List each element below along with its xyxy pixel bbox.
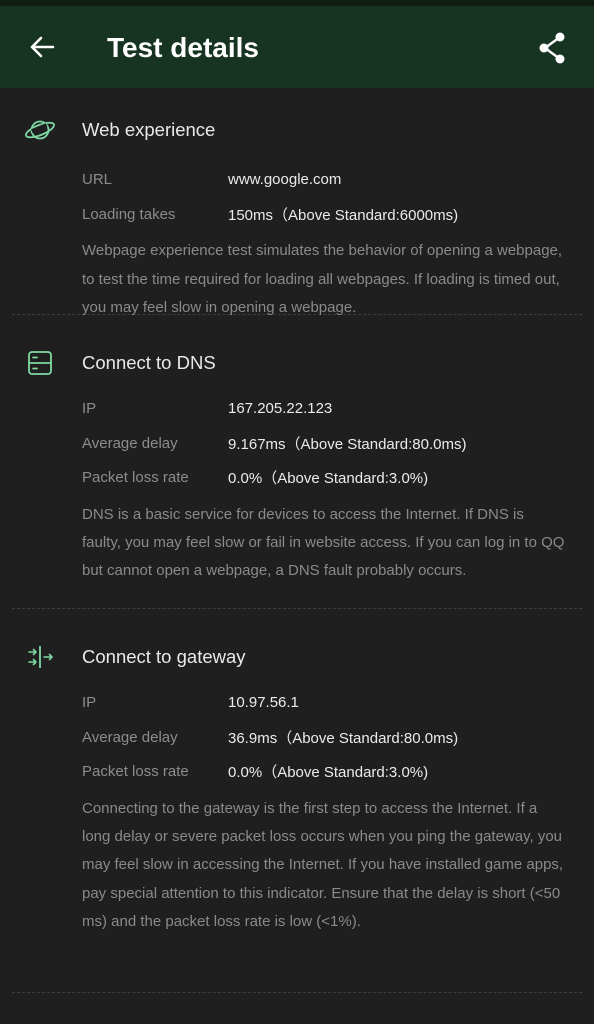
row-label: URL — [82, 170, 113, 188]
info-row-loading: Loading takes 150ms（Above Standard:6000m… — [82, 197, 582, 232]
section-web-experience: Web experience URL www.google.com Loadin… — [12, 88, 582, 316]
section-title: Connect to gateway — [82, 646, 246, 667]
details-list: Web experience URL www.google.com Loadin… — [0, 88, 594, 993]
row-value: 167.205.22.123 — [228, 399, 333, 417]
server-icon — [24, 349, 56, 377]
arrow-left-icon — [30, 36, 55, 58]
section-header: Web experience — [12, 112, 582, 148]
row-label: Average delay — [82, 434, 178, 452]
row-label: Packet loss rate — [82, 469, 189, 487]
section-description: Webpage experience test simulates the be… — [82, 242, 563, 316]
row-value: www.google.com — [228, 170, 342, 188]
row-value: 0.0%（Above Standard:3.0%) — [228, 470, 429, 488]
info-row-url: URL www.google.com — [82, 162, 582, 197]
info-row-average-delay: Average delay 9.167ms（Above Standard:80.… — [82, 426, 582, 461]
row-value: 36.9ms（Above Standard:80.0ms) — [228, 729, 459, 747]
info-row-ip: IP 167.205.22.123 — [82, 391, 582, 426]
app-bar: Test details — [0, 6, 594, 88]
section-header: Connect to DNS — [12, 345, 582, 381]
page-title: Test details — [107, 32, 259, 63]
row-value: 9.167ms（Above Standard:80.0ms) — [228, 435, 467, 453]
info-row-ip: IP 10.97.56.1 — [82, 685, 582, 720]
section-gateway: Connect to gateway IP 10.97.56.1 Average… — [12, 609, 582, 993]
info-row-packet-loss: Packet loss rate 0.0%（Above Standard:3.0… — [82, 460, 582, 495]
row-label: Average delay — [82, 728, 178, 746]
row-label: Packet loss rate — [82, 763, 189, 781]
row-label: IP — [82, 399, 97, 417]
section-description: DNS is a basic service for devices to ac… — [82, 506, 565, 580]
section-dns: Connect to DNS IP 167.205.22.123 Average… — [12, 315, 582, 609]
row-value: 0.0%（Above Standard:3.0%) — [228, 764, 429, 782]
row-label: IP — [82, 693, 97, 711]
row-value: 10.97.56.1 — [228, 693, 299, 711]
info-rows: IP 167.205.22.123 Average delay 9.167ms（… — [12, 391, 582, 495]
gateway-icon — [24, 643, 56, 671]
section-title: Connect to DNS — [82, 352, 216, 373]
row-label: Loading takes — [82, 205, 176, 223]
info-rows: URL www.google.com Loading takes 150ms（A… — [12, 162, 582, 231]
row-value: 150ms（Above Standard:6000ms) — [228, 206, 459, 224]
section-header: Connect to gateway — [12, 639, 582, 675]
planet-icon — [24, 116, 56, 144]
back-button[interactable] — [22, 29, 62, 65]
info-rows: IP 10.97.56.1 Average delay 36.9ms（Above… — [12, 685, 582, 789]
section-description: Connecting to the gateway is the first s… — [82, 800, 564, 930]
share-icon — [539, 32, 565, 64]
info-row-packet-loss: Packet loss rate 0.0%（Above Standard:3.0… — [82, 754, 582, 789]
section-title: Web experience — [82, 119, 216, 140]
share-button[interactable] — [534, 30, 570, 66]
info-row-average-delay: Average delay 36.9ms（Above Standard:80.0… — [82, 720, 582, 755]
